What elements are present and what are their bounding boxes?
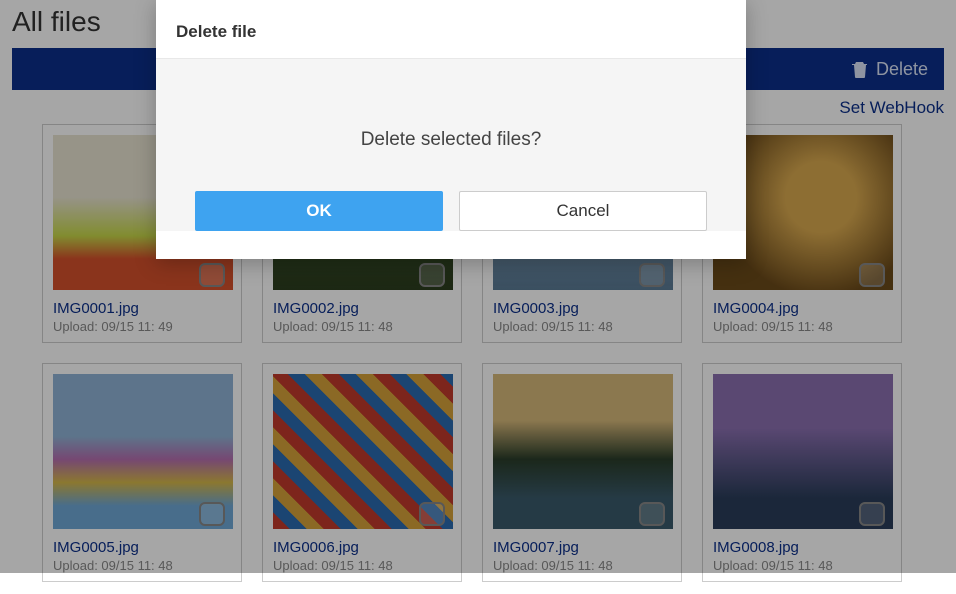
- modal-message: Delete selected files?: [156, 129, 746, 151]
- modal-body: Delete selected files?: [156, 58, 746, 191]
- modal-title: Delete file: [156, 0, 746, 58]
- modal-actions: OK Cancel: [156, 191, 746, 231]
- cancel-button[interactable]: Cancel: [459, 191, 707, 231]
- delete-file-modal: Delete file Delete selected files? OK Ca…: [156, 0, 746, 259]
- ok-button[interactable]: OK: [195, 191, 443, 231]
